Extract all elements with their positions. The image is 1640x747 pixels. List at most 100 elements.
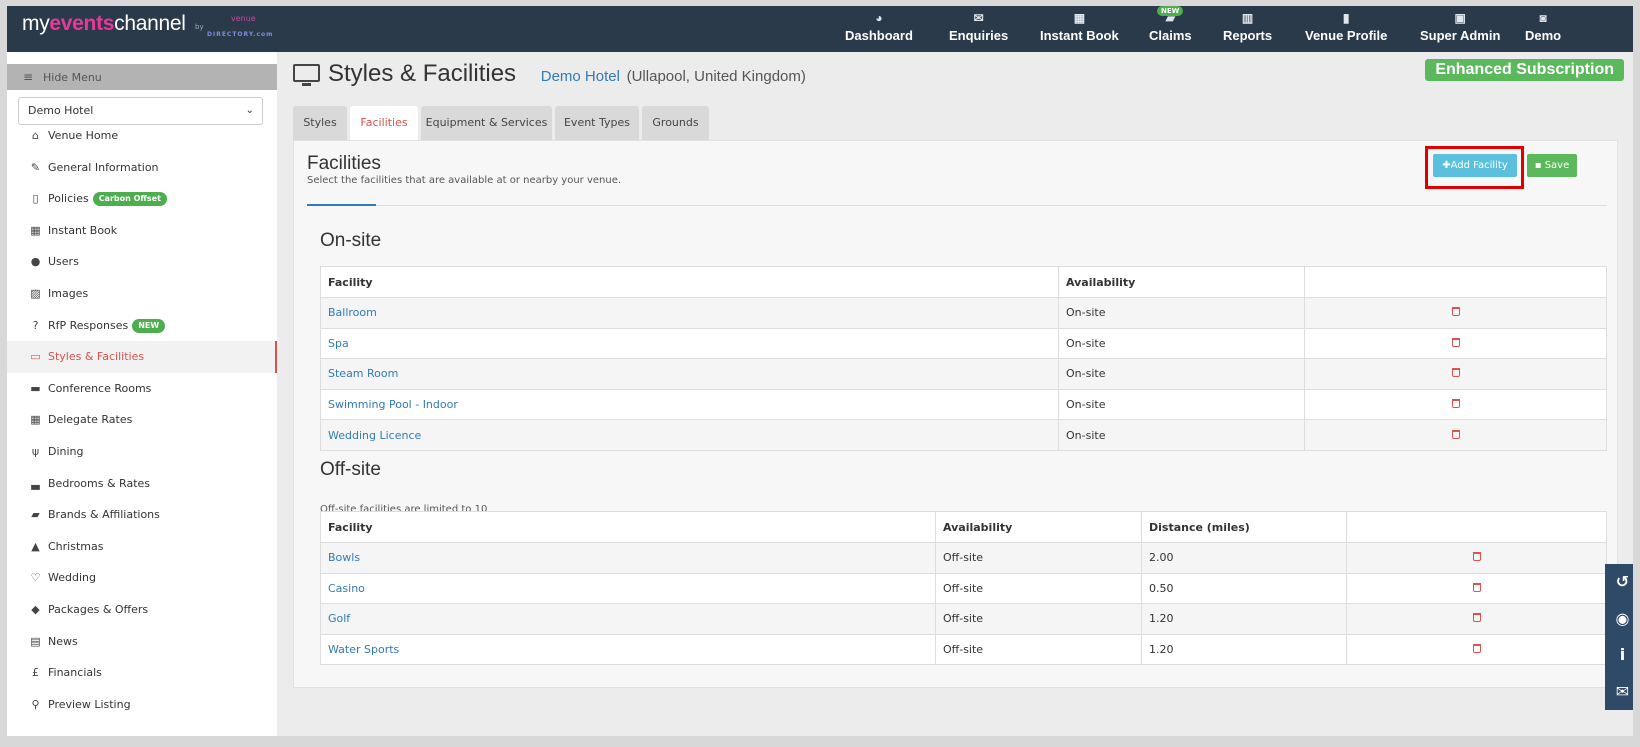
delete-cell [1346, 633, 1607, 666]
chat-icon[interactable]: ◉ [1605, 601, 1633, 638]
tags-icon: ◆ [31, 602, 40, 616]
trash-icon[interactable] [1472, 644, 1481, 654]
sidebar-item-label: Venue Home [48, 129, 119, 142]
sidebar-item-venue-home[interactable]: ⌂ Venue Home [7, 120, 277, 152]
col-facility: Facility [320, 266, 1059, 298]
facility-link[interactable]: Steam Room [320, 358, 1059, 390]
sidebar-item-images[interactable]: ▨ Images [7, 278, 277, 310]
briefcase-icon: ▬ [30, 381, 41, 395]
sidebar-item-bedrooms-rates[interactable]: ▃ Bedrooms & Rates [7, 468, 277, 500]
nav-reports[interactable]: ▥ Reports [1223, 10, 1272, 48]
sidebar-item-instant-book[interactable]: ▦ Instant Book [7, 215, 277, 247]
table-row: Water Sports Off-site 1.20 [320, 633, 1607, 666]
availability-cell: Off-site [935, 572, 1142, 605]
panel-title: Facilities [307, 153, 381, 174]
nav-super-admin[interactable]: ▣ Super Admin [1420, 10, 1500, 48]
table-row: Spa On-site [320, 327, 1607, 360]
col-availability: Availability [1058, 266, 1305, 298]
nav-claims[interactable]: ▰ Claims [1149, 10, 1192, 48]
edit-icon: ✎ [30, 160, 41, 174]
hide-menu-button[interactable]: ≡ Hide Menu [7, 64, 277, 90]
col-availability: Availability [935, 511, 1142, 543]
table-row: Wedding Licence On-site [320, 419, 1607, 451]
sidebar-item-preview-listing[interactable]: ⚲ Preview Listing [7, 689, 277, 721]
facility-link[interactable]: Wedding Licence [320, 419, 1059, 451]
save-label: Save [1544, 160, 1570, 171]
venue-location: (Ullapool, United Kingdom) [626, 68, 806, 85]
nav-instant-book[interactable]: ▦ Instant Book [1040, 10, 1119, 48]
sidebar-item-christmas[interactable]: ▲ Christmas [7, 531, 277, 563]
subscription-badge[interactable]: Enhanced Subscription [1425, 59, 1624, 81]
sidebar-item-label: Financials [48, 666, 102, 680]
trash-icon[interactable] [1451, 399, 1460, 409]
trash-icon[interactable] [1451, 429, 1460, 439]
facility-link[interactable]: Casino [320, 572, 936, 605]
sidebar-item-label: Instant Book [48, 223, 118, 237]
sidebar-item-financials[interactable]: £ Financials [7, 657, 277, 689]
sidebar-item-wedding[interactable]: ♡ Wedding [7, 562, 277, 594]
book-icon: ▰ [31, 508, 40, 522]
nav-dashboard[interactable]: ◕ Dashboard [845, 10, 913, 48]
sidebar-item-packages-offers[interactable]: ◆ Packages & Offers [7, 594, 277, 626]
history-icon[interactable]: ↺ [1605, 564, 1633, 601]
nav-enquiries[interactable]: ✉ Enquiries [949, 10, 1008, 48]
facility-link[interactable]: Spa [320, 327, 1059, 360]
tab-styles[interactable]: Styles [293, 106, 347, 140]
panel-subtitle: Select the facilities that are available… [307, 175, 622, 186]
highlight-box [1425, 146, 1524, 189]
sidebar-item-label: Delegate Rates [48, 413, 133, 427]
tab-facilities[interactable]: Facilities [350, 106, 418, 140]
sidebar-item-label: Packages & Offers [48, 602, 149, 616]
trash-icon[interactable] [1472, 582, 1481, 592]
trash-icon[interactable] [1472, 613, 1481, 623]
nav-demo-user[interactable]: ◙ Demo [1525, 10, 1561, 48]
sidebar-item-conference-rooms[interactable]: ▬ Conference Rooms [7, 373, 277, 405]
sidebar-item-label: Bedrooms & Rates [48, 476, 151, 490]
facility-link[interactable]: Golf [320, 603, 936, 635]
tab-grounds[interactable]: Grounds [642, 106, 709, 140]
trash-icon[interactable] [1451, 307, 1460, 317]
delete-cell [1346, 572, 1607, 605]
sidebar-item-general-information[interactable]: ✎ General Information [7, 152, 277, 184]
info-icon[interactable]: i [1605, 637, 1633, 674]
facility-link[interactable]: Water Sports [320, 633, 936, 666]
tab-equipment-services[interactable]: Equipment & Services [421, 106, 552, 140]
sidebar-item-rfp-responses[interactable]: ? RfP Responses NEW [7, 310, 277, 342]
brand-logo[interactable]: myeventschannel [22, 12, 186, 36]
availability-cell: On-site [1058, 358, 1305, 390]
sidebar-item-dining[interactable]: ψ Dining [7, 436, 277, 468]
facility-link[interactable]: Ballroom [320, 297, 1059, 329]
distance-cell: 1.20 [1141, 603, 1347, 635]
divider-accent [307, 204, 376, 206]
sidebar-item-label: Users [48, 255, 79, 269]
nav-venue-profile[interactable]: ▮ Venue Profile [1305, 10, 1387, 48]
sidebar-menu: ⌂ Venue Home ✎ General Information ▯ Policies… [7, 120, 277, 720]
sidebar-item-label: Policies [48, 192, 89, 206]
bar-chart-icon: ▥ [1241, 11, 1254, 25]
save-button[interactable]: ▪ Save [1527, 154, 1577, 177]
mail-icon[interactable]: ✉ [1605, 674, 1633, 711]
venue-name-link[interactable]: Demo Hotel [541, 68, 620, 85]
sidebar-item-users[interactable]: ● Users [7, 246, 277, 278]
question-icon: ? [32, 318, 39, 332]
facility-link[interactable]: Swimming Pool - Indoor [320, 388, 1059, 421]
newspaper-icon: ▤ [30, 634, 41, 648]
trash-icon[interactable] [1451, 337, 1460, 347]
user-icon: ◙ [1539, 11, 1547, 25]
table-row: Casino Off-site 0.50 [320, 572, 1607, 605]
tab-event-types[interactable]: Event Types [555, 106, 639, 140]
building-icon: ▮ [1342, 11, 1350, 25]
sidebar-item-brands-affiliations[interactable]: ▰ Brands & Affiliations [7, 499, 277, 531]
sidebar-item-delegate-rates[interactable]: ▦ Delegate Rates [7, 404, 277, 436]
sidebar-item-policies[interactable]: ▯ Policies Carbon Offset [7, 183, 277, 215]
envelope-icon: ✉ [973, 11, 984, 25]
trash-icon[interactable] [1472, 552, 1481, 562]
sidebar-item-styles-facilities[interactable]: ▭ Styles & Facilities [7, 341, 277, 373]
nav-label: Demo [1525, 28, 1562, 43]
sidebar-item-label: RfP Responses [48, 318, 129, 332]
sidebar-item-news[interactable]: ▤ News [7, 626, 277, 658]
table-row: Swimming Pool - Indoor On-site [320, 388, 1607, 421]
trash-icon[interactable] [1451, 368, 1460, 378]
facility-link[interactable]: Bowls [320, 542, 936, 574]
sidebar-item-label: General Information [48, 160, 159, 174]
